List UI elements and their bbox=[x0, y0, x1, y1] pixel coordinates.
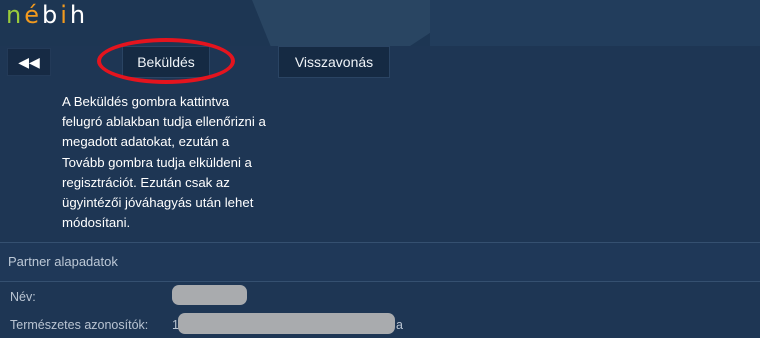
id-label: Természetes azonosítók: bbox=[10, 318, 149, 332]
name-label: Név: bbox=[10, 290, 36, 304]
undo-button[interactable]: Visszavonás bbox=[278, 46, 390, 78]
highlight-circle-annotation bbox=[97, 38, 235, 84]
redacted-name-value bbox=[172, 285, 247, 305]
back-button[interactable]: ◀◀ bbox=[7, 48, 51, 76]
section-title: Partner alapadatok bbox=[8, 254, 118, 269]
redacted-id-value bbox=[178, 313, 395, 334]
double-left-arrow-icon: ◀◀ bbox=[18, 53, 40, 70]
info-text: A Beküldés gombra kattintva felugró abla… bbox=[62, 94, 266, 231]
header-panel bbox=[430, 0, 760, 46]
header-decoration bbox=[252, 0, 438, 46]
nebih-logo: nébih bbox=[6, 1, 89, 29]
partner-section-header: Partner alapadatok bbox=[0, 242, 760, 282]
id-value-suffix: a bbox=[396, 318, 403, 332]
top-bar: nébih bbox=[0, 0, 760, 46]
